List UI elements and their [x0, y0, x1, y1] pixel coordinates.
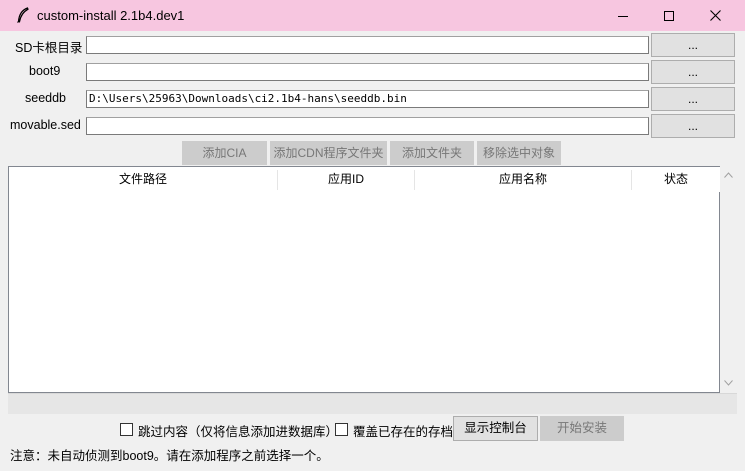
overwrite-saves-checkbox[interactable] [335, 423, 348, 436]
progress-bar [8, 393, 737, 414]
skip-contents-label[interactable]: 跳过内容（仅将信息添加进数据库） [138, 421, 338, 440]
close-icon [709, 10, 721, 21]
minimize-icon [618, 15, 628, 17]
status-message: 注意：未自动侦测到boot9。请在添加程序之前选择一个。 [10, 449, 329, 463]
column-header-file-path[interactable]: 文件路径 [9, 167, 277, 192]
add-cdn-folder-button[interactable]: 添加CDN程序文件夹 [270, 141, 387, 165]
seeddb-input[interactable]: D:\Users\25963\Downloads\ci2.1b4-hans\se… [86, 90, 649, 108]
table-vertical-scrollbar[interactable] [720, 166, 737, 393]
sd-root-label: SD卡根目录 [15, 41, 83, 55]
scroll-down-icon[interactable] [724, 380, 733, 386]
window-title: custom-install 2.1b4.dev1 [37, 8, 185, 23]
overwrite-saves-label[interactable]: 覆盖已存在的存档 [353, 421, 453, 440]
seeddb-browse-button[interactable]: ... [651, 87, 735, 111]
maximize-icon [664, 10, 674, 21]
maximize-button[interactable] [646, 0, 692, 31]
column-header-app-id[interactable]: 应用ID [278, 167, 414, 192]
add-cia-button[interactable]: 添加CIA [182, 141, 267, 165]
title-list-table[interactable]: 文件路径 应用ID 应用名称 状态 [8, 166, 720, 393]
sd-root-browse-button[interactable]: ... [651, 33, 735, 57]
column-header-status[interactable]: 状态 [632, 167, 720, 192]
boot9-input[interactable] [86, 63, 649, 81]
start-install-button[interactable]: 开始安装 [540, 416, 624, 441]
movable-sed-label: movable.sed [10, 118, 81, 132]
minimize-button[interactable] [600, 0, 646, 31]
movable-sed-browse-button[interactable]: ... [651, 114, 735, 138]
boot9-label: boot9 [29, 64, 61, 78]
show-console-button[interactable]: 显示控制台 [453, 416, 538, 441]
add-folder-button[interactable]: 添加文件夹 [390, 141, 474, 165]
remove-selected-button[interactable]: 移除选中对象 [477, 141, 561, 165]
scroll-up-icon[interactable] [724, 172, 733, 178]
movable-sed-input[interactable] [86, 117, 649, 135]
title-bar: custom-install 2.1b4.dev1 [0, 0, 745, 31]
column-header-app-name[interactable]: 应用名称 [415, 167, 631, 192]
skip-contents-checkbox[interactable] [120, 423, 133, 436]
boot9-browse-button[interactable]: ... [651, 60, 735, 84]
seeddb-label: seeddb [25, 91, 67, 105]
sd-root-input[interactable] [86, 36, 649, 54]
feather-icon [17, 7, 29, 23]
close-button[interactable] [692, 0, 738, 31]
